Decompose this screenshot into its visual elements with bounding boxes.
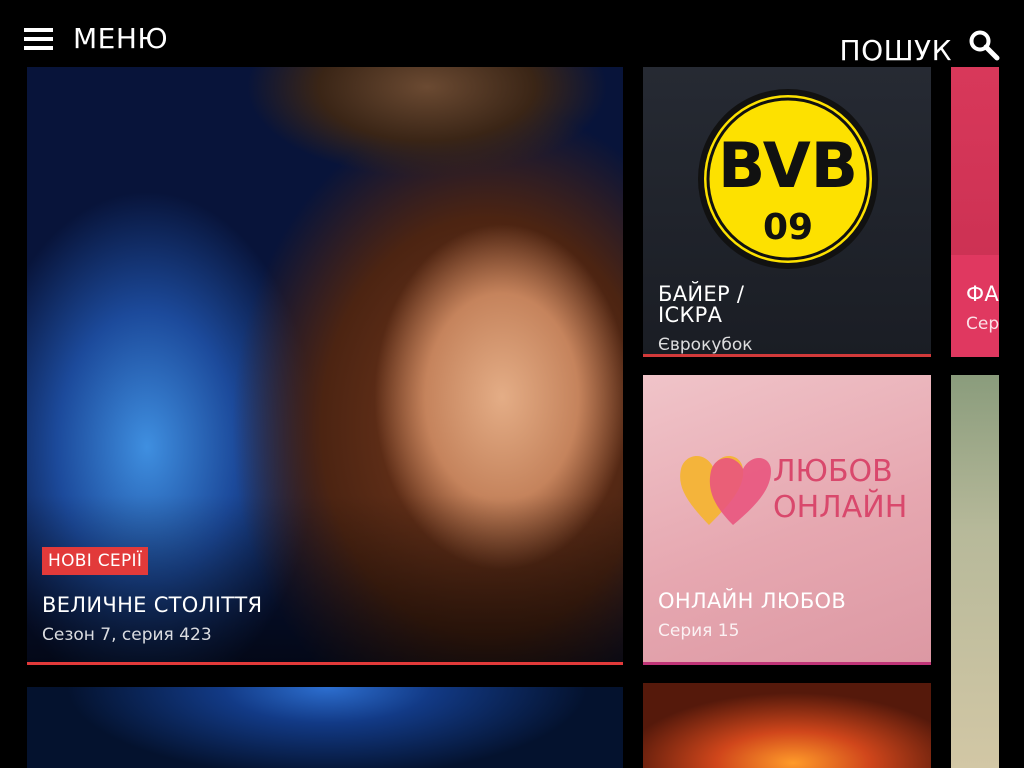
love-title: ОНЛАЙН ЛЮБОВ [658, 589, 847, 613]
tile-hero-show[interactable]: НОВІ СЕРІЇ ВЕЛИЧНЕ СТОЛІТТЯ Сезон 7, сер… [27, 67, 623, 665]
svg-text:ОНЛАЙН: ОНЛАЙН [773, 489, 907, 525]
love-progress-bar [643, 662, 931, 665]
new-episodes-badge: НОВІ СЕРІЇ [42, 547, 149, 575]
menu-label: МЕНЮ [73, 21, 169, 55]
svg-text:BVB: BVB [718, 129, 858, 202]
match-subtitle: Єврокубок [658, 335, 753, 355]
partial-caption: ФА Сер [966, 282, 999, 335]
menu-button[interactable]: МЕНЮ [24, 18, 168, 58]
hamburger-icon [24, 26, 54, 50]
hero-image-crown [247, 67, 607, 197]
svg-text:09: 09 [763, 207, 813, 248]
partial-title: ФА [966, 282, 999, 306]
love-caption: ОНЛАЙН ЛЮБОВ Серия 15 [658, 589, 847, 642]
hero-subtitle: Сезон 7, серия 423 [42, 625, 212, 645]
hero-progress-bar [27, 662, 623, 665]
match-title-line2: ІСКРА [658, 303, 723, 327]
tile-bottom-2[interactable] [643, 683, 931, 768]
svg-text:ЛЮБОВ: ЛЮБОВ [773, 454, 893, 489]
tile-partial-1[interactable]: ФА Сер [951, 67, 999, 357]
tile-love-online[interactable]: ЛЮБОВ ОНЛАЙН ОНЛАЙН ЛЮБОВ Серия 15 [643, 375, 931, 665]
match-progress-bar [643, 354, 931, 357]
search-button[interactable]: ПОШУК [840, 22, 1000, 67]
search-icon [969, 30, 1000, 60]
partial-subtitle: Сер [966, 314, 999, 334]
love-online-logo: ЛЮБОВ ОНЛАЙН [680, 454, 907, 525]
tile-match[interactable]: BVB 09 БАЙЕР / ІСКРА Єврокубок [643, 67, 931, 357]
top-bar: МЕНЮ ПОШУК [0, 0, 1024, 67]
match-caption: БАЙЕР / ІСКРА Єврокубок [658, 282, 753, 356]
hero-title: ВЕЛИЧНЕ СТОЛІТТЯ [42, 593, 263, 617]
love-subtitle: Серия 15 [658, 621, 740, 641]
bvb-logo: BVB 09 [698, 89, 878, 269]
tile-bottom-1[interactable] [27, 687, 623, 768]
tile-partial-2[interactable] [951, 375, 999, 768]
match-title-line1: БАЙЕР / [658, 282, 745, 306]
search-label: ПОШУК [839, 34, 952, 67]
hero-caption: ВЕЛИЧНЕ СТОЛІТТЯ Сезон 7, серия 423 [42, 593, 263, 646]
